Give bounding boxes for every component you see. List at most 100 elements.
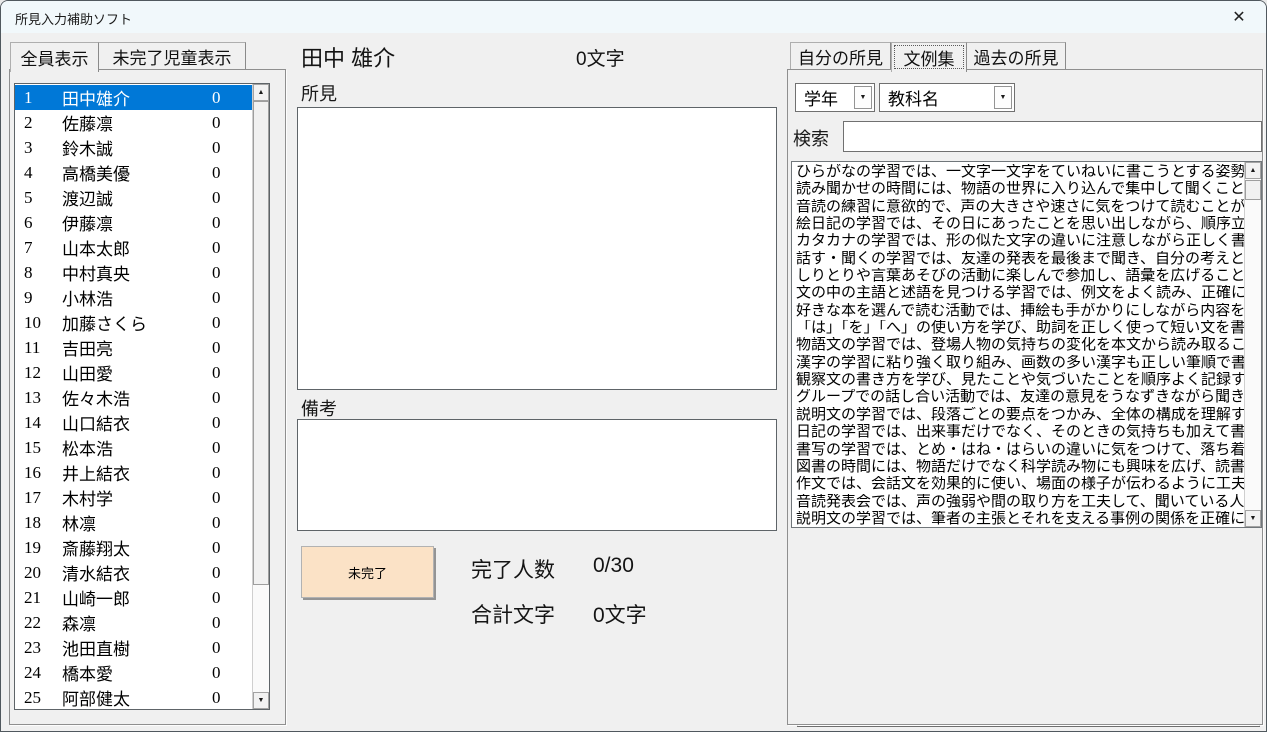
student-list-item[interactable]: 1 田中雄介 0 [15, 85, 252, 110]
student-char-count: 0 [212, 413, 252, 433]
example-sentence-item[interactable]: 読み聞かせの時間には、物語の世界に入り込んで集中して聞くことができ [796, 181, 1244, 198]
student-list-scrollbar[interactable]: ▲ ▼ [252, 84, 269, 709]
student-name: 山本太郎 [62, 235, 212, 260]
chevron-down-icon[interactable]: ▼ [994, 86, 1012, 109]
student-number: 5 [24, 188, 62, 208]
student-list-item[interactable]: 17 木村学 0 [15, 485, 252, 510]
student-list-item[interactable]: 10 加藤さくら 0 [15, 310, 252, 335]
student-list-item[interactable]: 16 井上結衣 0 [15, 460, 252, 485]
scroll-up-icon[interactable]: ▲ [253, 84, 269, 101]
student-char-count: 0 [212, 513, 252, 533]
example-sentence-item[interactable]: 音読の練習に意欲的で、声の大きさや速さに気をつけて読むことができる [796, 199, 1244, 216]
example-sentence-item[interactable]: ひらがなの学習では、一文字一文字をていねいに書こうとする姿勢が見られ [796, 164, 1244, 181]
scroll-up-icon[interactable]: ▲ [1245, 162, 1261, 179]
student-char-count: 0 [212, 563, 252, 583]
tab-example-collection[interactable]: 文例集 [891, 42, 967, 72]
scrollbar-thumb[interactable] [253, 101, 269, 585]
student-list-item[interactable]: 2 佐藤凛 0 [15, 110, 252, 135]
student-number: 20 [24, 563, 62, 583]
student-name: 山崎一郎 [62, 585, 212, 610]
student-char-count: 0 [212, 613, 252, 633]
student-number: 22 [24, 613, 62, 633]
student-number: 21 [24, 588, 62, 608]
example-sentence-item[interactable]: 漢字の学習に粘り強く取り組み、画数の多い漢字も正しい筆順で書けるよ [796, 355, 1244, 372]
student-list-item[interactable]: 6 伊藤凛 0 [15, 210, 252, 235]
student-char-count: 0 [212, 213, 252, 233]
example-sentence-item[interactable]: 好きな本を選んで読む活動では、挿絵も手がかりにしながら内容を想像し [796, 303, 1244, 320]
scroll-down-icon[interactable]: ▼ [253, 692, 269, 709]
student-char-count: 0 [212, 363, 252, 383]
student-list-item[interactable]: 5 渡辺誠 0 [15, 185, 252, 210]
student-list-item[interactable]: 24 橋本愛 0 [15, 660, 252, 685]
example-sentence-item[interactable]: 観察文の書き方を学び、見たことや気づいたことを順序よく記録すること [796, 372, 1244, 389]
student-char-count: 0 [212, 113, 252, 133]
student-number: 10 [24, 313, 62, 333]
example-sentence-item[interactable]: 書写の学習では、とめ・はね・はらいの違いに気をつけて、落ち着いた姿 [796, 442, 1244, 459]
example-sentence-item[interactable]: 日記の学習では、出来事だけでなく、そのときの気持ちも加えて書くこと [796, 424, 1244, 441]
example-sentence-item[interactable]: 絵日記の学習では、その日にあったことを思い出しながら、順序立てて書 [796, 216, 1244, 233]
student-list-item[interactable]: 15 松本浩 0 [15, 435, 252, 460]
example-sentence-item[interactable]: しりとりや言葉あそびの活動に楽しんで参加し、語彙を広げることができ [796, 268, 1244, 285]
example-sentence-item[interactable]: 音読発表会では、声の強弱や間の取り方を工夫して、聞いている人に場面 [796, 494, 1244, 511]
student-char-count: 0 [212, 338, 252, 358]
window-title: 所見入力補助ソフト [15, 9, 132, 28]
student-list-item[interactable]: 19 斎藤翔太 0 [15, 535, 252, 560]
title-bar: 所見入力補助ソフト ✕ [1, 1, 1266, 33]
close-icon[interactable]: ✕ [1218, 1, 1260, 32]
student-list-item[interactable]: 3 鈴木誠 0 [15, 135, 252, 160]
student-list-item[interactable]: 11 吉田亮 0 [15, 335, 252, 360]
total-chars-value: 0文字 [593, 599, 647, 629]
examples-listbox[interactable]: ひらがなの学習では、一文字一文字をていねいに書こうとする姿勢が見られ読み聞かせの… [791, 161, 1262, 528]
tab-all-students[interactable]: 全員表示 [10, 42, 99, 72]
student-list-item[interactable]: 12 山田愛 0 [15, 360, 252, 385]
student-list-item[interactable]: 13 佐々木浩 0 [15, 385, 252, 410]
student-list-item[interactable]: 8 中村真央 0 [15, 260, 252, 285]
incomplete-status-button[interactable]: 未完了 [301, 546, 434, 598]
student-name: 加藤さくら [62, 310, 212, 335]
student-list-item[interactable]: 14 山口結衣 0 [15, 410, 252, 435]
example-sentence-item[interactable]: カタカナの学習では、形の似た文字の違いに注意しながら正しく書けるよ [796, 233, 1244, 250]
example-sentence-item[interactable]: 「は」「を」「へ」の使い方を学び、助詞を正しく使って短い文を書ける [796, 320, 1244, 337]
student-list-item[interactable]: 22 森凛 0 [15, 610, 252, 635]
example-sentence-item[interactable]: 説明文の学習では、筆者の主張とそれを支える事例の関係を正確に読み取 [796, 511, 1244, 528]
grade-dropdown[interactable]: 学年 ▼ [795, 83, 875, 112]
example-sentence-item[interactable]: 話す・聞くの学習では、友達の発表を最後まで聞き、自分の考えと比べなが [796, 251, 1244, 268]
scroll-down-icon[interactable]: ▼ [1245, 510, 1261, 527]
tab-my-shoken[interactable]: 自分の所見 [790, 42, 891, 70]
shoken-textarea[interactable] [297, 107, 777, 390]
grade-dropdown-value: 学年 [804, 85, 838, 110]
student-list-item[interactable]: 20 清水結衣 0 [15, 560, 252, 585]
student-name: 山口結衣 [62, 410, 212, 435]
biko-textarea[interactable] [297, 419, 777, 531]
student-list-item[interactable]: 4 高橋美優 0 [15, 160, 252, 185]
student-list-item[interactable]: 23 池田直樹 0 [15, 635, 252, 660]
student-list-item[interactable]: 25 阿部健太 0 [15, 685, 252, 710]
example-sentence-item[interactable]: 説明文の学習では、段落ごとの要点をつかみ、全体の構成を理解する力が [796, 407, 1244, 424]
tab-past-shoken[interactable]: 過去の所見 [967, 42, 1066, 70]
student-listbox[interactable]: 1 田中雄介 0 2 佐藤凛 0 3 鈴木誠 0 4 高橋美優 0 5 渡辺誠 … [14, 83, 270, 710]
student-name: 井上結衣 [62, 460, 212, 485]
student-char-count: 0 [212, 288, 252, 308]
biko-label: 備考 [301, 395, 337, 421]
example-sentence-item[interactable]: 文の中の主語と述語を見つける学習では、例文をよく読み、正確に見分け [796, 285, 1244, 302]
student-list-item[interactable]: 21 山崎一郎 0 [15, 585, 252, 610]
examples-scrollbar[interactable]: ▲ ▼ [1244, 162, 1261, 527]
student-list-item[interactable]: 18 林凛 0 [15, 510, 252, 535]
student-name: 小林浩 [62, 285, 212, 310]
chevron-down-icon[interactable]: ▼ [854, 86, 872, 109]
search-input[interactable] [843, 121, 1262, 152]
student-name: 松本浩 [62, 435, 212, 460]
example-sentence-item[interactable]: 作文では、会話文を効果的に使い、場面の様子が伝わるように工夫して書 [796, 476, 1244, 493]
student-list-item[interactable]: 7 山本太郎 0 [15, 235, 252, 260]
tab-incomplete-students[interactable]: 未完了児童表示 [99, 42, 246, 70]
subject-dropdown-value: 教科名 [888, 85, 939, 110]
student-list-item[interactable]: 9 小林浩 0 [15, 285, 252, 310]
student-char-count: 0 [212, 588, 252, 608]
subject-dropdown[interactable]: 教科名 ▼ [879, 83, 1015, 112]
student-number: 13 [24, 388, 62, 408]
example-sentence-item[interactable]: グループでの話し合い活動では、友達の意見をうなずきながら聞き、自分の [796, 389, 1244, 406]
student-number: 23 [24, 638, 62, 658]
example-sentence-item[interactable]: 物語文の学習では、登場人物の気持ちの変化を本文から読み取ることがで [796, 337, 1244, 354]
example-sentence-item[interactable]: 図書の時間には、物語だけでなく科学読み物にも興味を広げ、読書の幅が [796, 459, 1244, 476]
scrollbar-thumb[interactable] [1245, 180, 1261, 200]
